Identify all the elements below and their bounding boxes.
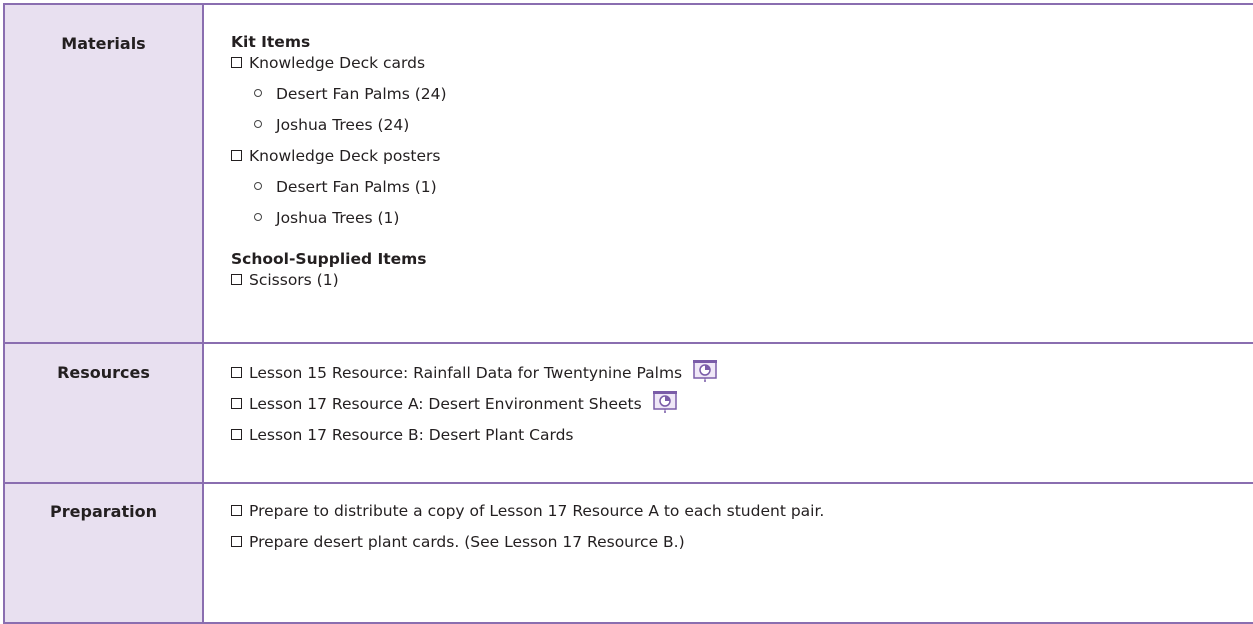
- bullet-circle-icon: [254, 89, 262, 97]
- list-item: Scissors (1): [231, 265, 1253, 296]
- checkbox-icon[interactable]: [231, 397, 242, 409]
- resources-content-cell: Lesson 15 Resource: Rainfall Data for Tw…: [202, 342, 1253, 484]
- list-item: Knowledge Deck cards: [231, 48, 1253, 79]
- list-item: Prepare to distribute a copy of Lesson 1…: [231, 496, 1253, 527]
- list-subitem: Joshua Trees (24): [231, 110, 1253, 141]
- checkbox-icon[interactable]: [231, 366, 242, 378]
- checkbox-icon[interactable]: [231, 535, 242, 547]
- bullet-circle-icon: [254, 182, 262, 190]
- list-item: Prepare desert plant cards. (See Lesson …: [231, 527, 1253, 558]
- materials-content-cell: Kit Items Knowledge Deck cards Desert Fa…: [202, 3, 1253, 344]
- checkbox-icon[interactable]: [231, 504, 242, 516]
- projector-icon[interactable]: [652, 390, 677, 413]
- bullet-circle-icon: [254, 120, 262, 128]
- checkbox-icon[interactable]: [231, 149, 242, 161]
- checkbox-icon[interactable]: [231, 428, 242, 440]
- materials-label-cell: Materials: [3, 3, 204, 344]
- list-item: Lesson 17 Resource A: Desert Environment…: [231, 389, 1253, 420]
- list-item: Lesson 17 Resource B: Desert Plant Cards: [231, 420, 1253, 451]
- preparation-label-cell: Preparation: [3, 482, 204, 624]
- list-subitem: Desert Fan Palms (1): [231, 172, 1253, 203]
- materials-label: Materials: [61, 34, 146, 53]
- checkbox-icon[interactable]: [231, 273, 242, 285]
- preparation-label: Preparation: [50, 502, 157, 521]
- materials-row: Materials Kit Items Knowledge Deck cards…: [3, 3, 1253, 344]
- projector-icon[interactable]: [693, 359, 718, 382]
- resources-label: Resources: [57, 363, 150, 382]
- list-item: Knowledge Deck posters: [231, 141, 1253, 172]
- list-item: Lesson 15 Resource: Rainfall Data for Tw…: [231, 358, 1253, 389]
- resources-row: Resources Lesson 15 Resource: Rainfall D…: [3, 342, 1253, 484]
- list-subitem: Desert Fan Palms (24): [231, 79, 1253, 110]
- bullet-circle-icon: [254, 213, 262, 221]
- preparation-row: Preparation Prepare to distribute a copy…: [3, 482, 1253, 624]
- resources-label-cell: Resources: [3, 342, 204, 484]
- checkbox-icon[interactable]: [231, 56, 242, 68]
- materials-table: Materials Kit Items Knowledge Deck cards…: [3, 3, 1253, 624]
- preparation-content-cell: Prepare to distribute a copy of Lesson 1…: [202, 482, 1253, 624]
- list-subitem: Joshua Trees (1): [231, 203, 1253, 234]
